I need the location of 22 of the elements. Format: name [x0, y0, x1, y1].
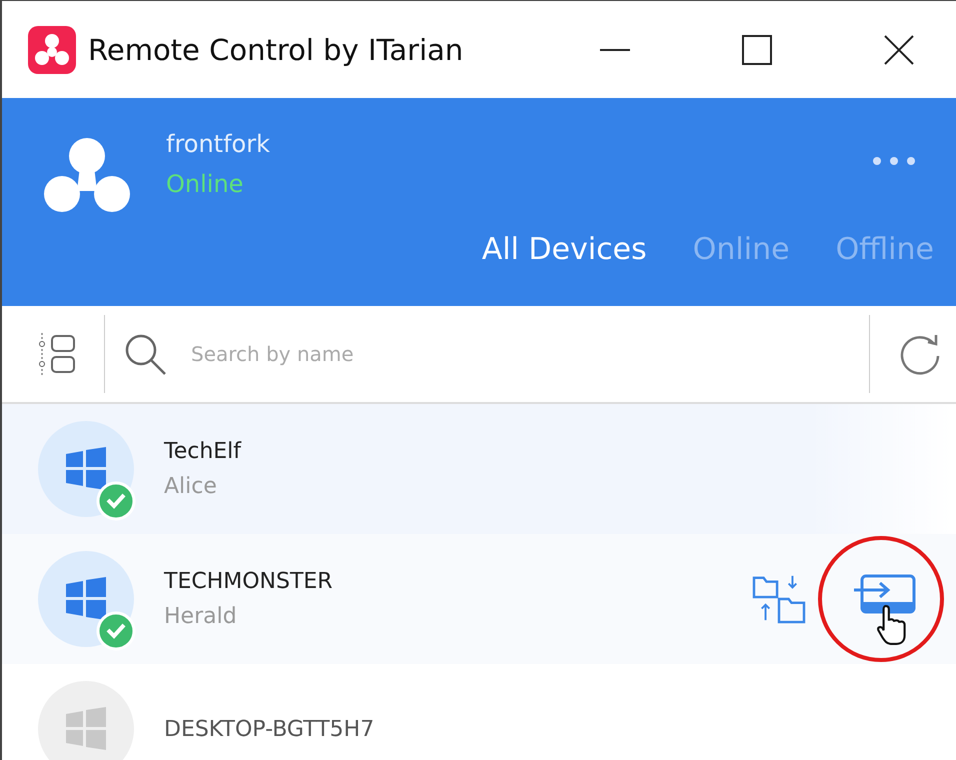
filter-tab[interactable]: All Devices: [482, 232, 647, 267]
online-check-icon: [96, 611, 136, 651]
device-owner: Alice: [164, 474, 218, 499]
view-toggle-icon[interactable]: [38, 331, 78, 377]
account-status: Online: [166, 170, 244, 198]
app-logo-icon: [28, 26, 76, 74]
device-name: TECHMONSTER: [164, 569, 333, 594]
search-field[interactable]: Search by name: [189, 341, 869, 367]
device-owner: Herald: [164, 604, 238, 629]
maximize-icon[interactable]: [740, 32, 774, 66]
more-icon[interactable]: [872, 156, 916, 166]
refresh-icon[interactable]: [898, 332, 942, 376]
online-check-icon: [96, 481, 136, 521]
file-transfer-icon[interactable]: [752, 574, 806, 624]
window-title: Remote Control by ITarian: [88, 32, 464, 66]
account-name: frontfork: [166, 130, 270, 158]
close-icon[interactable]: [882, 32, 916, 66]
device-name: DESKTOP-BGTT5H7: [164, 716, 374, 742]
hand-cursor-icon: [876, 604, 908, 646]
search-icon: [123, 332, 167, 376]
device-name: TechElf: [164, 439, 242, 464]
device-row[interactable]: TECHMONSTER Herald: [2, 534, 956, 664]
